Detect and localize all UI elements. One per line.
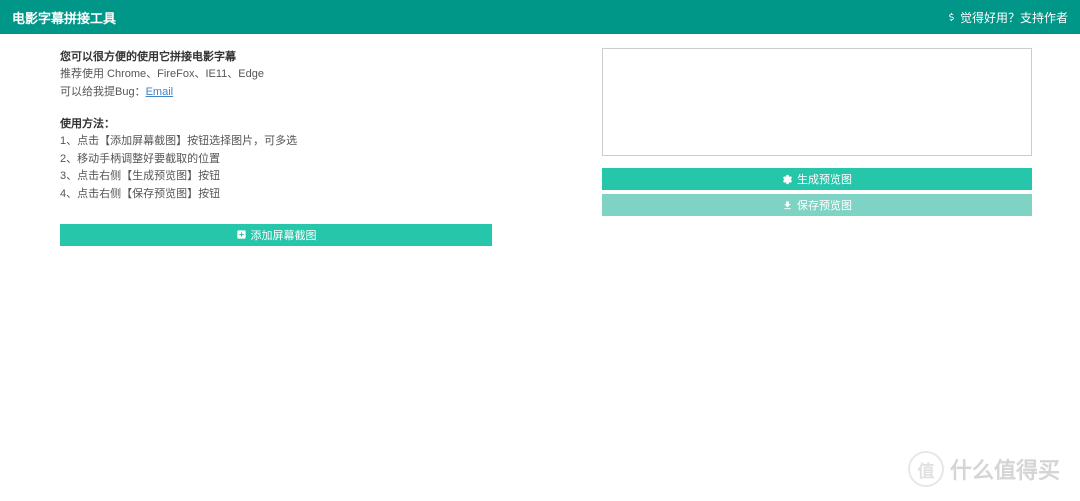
generate-button-label: 生成预览图 xyxy=(797,171,852,187)
intro-headline: 您可以很方便的使用它拼接电影字幕 xyxy=(60,48,492,64)
intro-browsers: 推荐使用 Chrome、FireFox、IE11、Edge xyxy=(60,66,492,84)
dollar-icon xyxy=(946,12,957,23)
download-icon xyxy=(782,200,793,211)
gear-icon xyxy=(782,174,793,185)
usage-step-3: 3、点击右侧【生成预览图】按钮 xyxy=(60,168,492,186)
watermark: 值 什么值得买 xyxy=(908,451,1060,487)
main-container: 您可以很方便的使用它拼接电影字幕 推荐使用 Chrome、FireFox、IE1… xyxy=(40,34,1040,260)
save-button-label: 保存预览图 xyxy=(797,197,852,213)
generate-preview-button[interactable]: 生成预览图 xyxy=(602,168,1032,190)
usage-step-1: 1、点击【添加屏幕截图】按钮选择图片，可多选 xyxy=(60,133,492,151)
app-title: 电影字幕拼接工具 xyxy=(12,8,116,27)
right-column: 生成预览图 保存预览图 xyxy=(602,48,1032,246)
plus-square-icon xyxy=(236,229,247,240)
usage-title: 使用方法： xyxy=(60,115,492,131)
usage-step-2: 2、移动手柄调整好要截取的位置 xyxy=(60,151,492,169)
add-screenshot-button[interactable]: 添加屏幕截图 xyxy=(60,224,492,246)
intro-bug-line: 可以给我提Bug：Email xyxy=(60,84,492,102)
email-link[interactable]: Email xyxy=(146,86,174,98)
support-author-link[interactable]: 觉得好用？支持作者 xyxy=(946,9,1068,26)
save-preview-button[interactable]: 保存预览图 xyxy=(602,194,1032,216)
app-header: 电影字幕拼接工具 觉得好用？支持作者 xyxy=(0,0,1080,34)
left-column: 您可以很方便的使用它拼接电影字幕 推荐使用 Chrome、FireFox、IE1… xyxy=(60,48,492,246)
watermark-text: 什么值得买 xyxy=(950,453,1060,485)
preview-area xyxy=(602,48,1032,156)
support-author-text: 觉得好用？支持作者 xyxy=(960,9,1068,26)
usage-step-4: 4、点击右侧【保存预览图】按钮 xyxy=(60,186,492,204)
watermark-circle-icon: 值 xyxy=(908,451,944,487)
add-button-label: 添加屏幕截图 xyxy=(251,227,317,243)
intro-bug-prefix: 可以给我提Bug： xyxy=(60,86,146,98)
